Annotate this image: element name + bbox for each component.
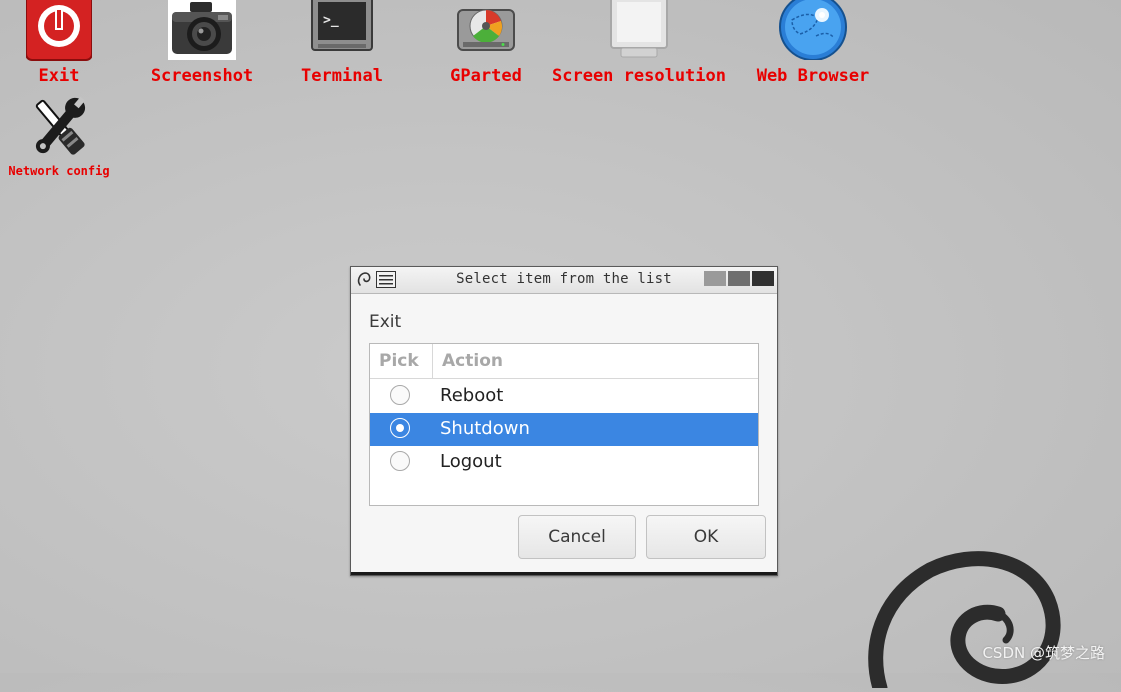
desktop-icon-screenshot[interactable]: Screenshot [144, 0, 260, 90]
svg-text:>_: >_ [323, 13, 339, 28]
maximize-button[interactable] [728, 271, 750, 286]
dialog-label: Exit [369, 312, 402, 332]
power-icon [25, 0, 93, 62]
dialog-bottom-border [351, 572, 777, 575]
select-item-dialog: Select item from the list Exit Pick Acti… [350, 266, 778, 576]
desktop-icon-label: Screenshot [150, 66, 254, 86]
ok-button[interactable]: OK [646, 515, 766, 559]
desktop-icon-exit[interactable]: Exit [14, 0, 104, 90]
list-row-shutdown[interactable]: Shutdown [370, 413, 758, 446]
dialog-titlebar[interactable]: Select item from the list [351, 267, 777, 294]
debian-swirl-icon [860, 548, 1070, 692]
desktop-icon-gparted[interactable]: GParted [436, 0, 536, 90]
row-action-label: Logout [440, 451, 502, 472]
desktop-icon-label: Exit [38, 66, 80, 86]
radio-button[interactable] [390, 451, 410, 471]
globe-icon [778, 0, 848, 61]
desktop-icon-web-browser[interactable]: Web Browser [752, 0, 874, 90]
desktop-icon-label: GParted [450, 66, 522, 86]
desktop-icon-label: Screen resolution [552, 66, 726, 86]
desktop-icon-label: Web Browser [756, 66, 870, 86]
row-action-label: Shutdown [440, 418, 530, 439]
close-button[interactable] [752, 271, 774, 286]
watermark: CSDN @筑梦之路 [982, 644, 1105, 662]
pick-column-label: Pick [379, 351, 419, 371]
desktop-icon-screen-resolution[interactable]: Screen resolution [550, 0, 728, 90]
action-list: Pick Action Reboot Shutdown Logout [369, 343, 759, 506]
desktop-icon-label: Network config [8, 164, 110, 178]
gparted-disk-icon [455, 0, 517, 56]
monitor-icon [607, 0, 671, 60]
radio-button[interactable] [390, 385, 410, 405]
camera-icon [168, 0, 236, 60]
radio-button[interactable] [390, 418, 410, 438]
wrench-screwdriver-icon [24, 94, 94, 160]
desktop-icon-label: Terminal [301, 66, 383, 86]
desktop-icon-network-config[interactable]: Network config [0, 94, 118, 184]
list-row-logout[interactable]: Logout [370, 446, 758, 479]
list-header: Pick Action [370, 344, 758, 379]
minimize-button[interactable] [704, 271, 726, 286]
row-action-label: Reboot [440, 385, 504, 406]
cancel-button[interactable]: Cancel [518, 515, 636, 559]
action-column-label[interactable]: Action [442, 351, 503, 371]
list-row-reboot[interactable]: Reboot [370, 380, 758, 413]
terminal-icon: >_ [311, 0, 373, 54]
desktop-icon-terminal[interactable]: >_ Terminal [292, 0, 392, 90]
